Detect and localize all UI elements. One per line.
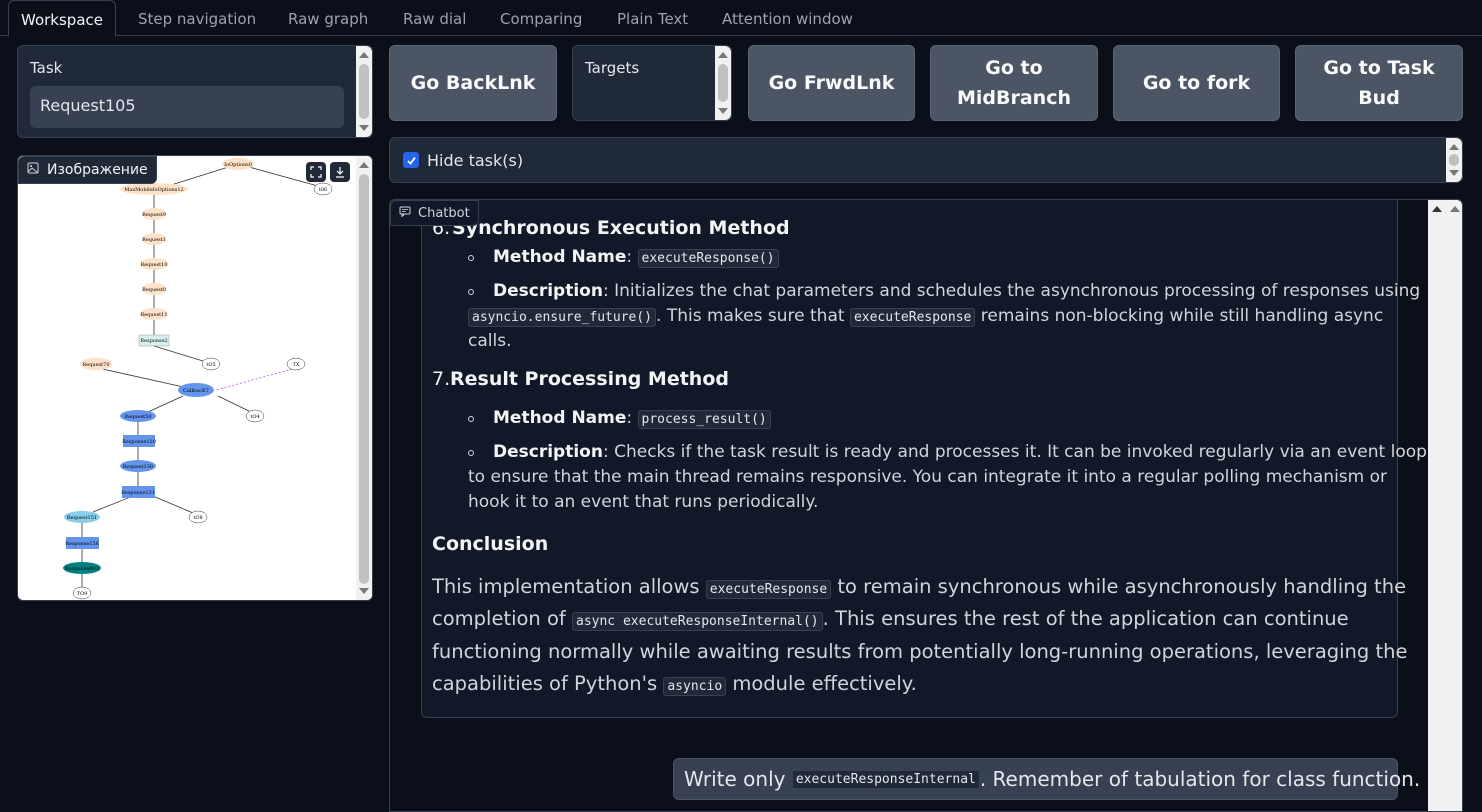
task-input[interactable]: Request105	[30, 86, 344, 128]
graph-node: Request1	[142, 237, 166, 243]
targets-label: Targets	[585, 59, 640, 77]
conclusion-heading: Conclusion	[432, 533, 549, 555]
hide-tasks-checkbox[interactable]	[403, 152, 419, 168]
item7-title: Result Processing Method	[450, 368, 729, 390]
bullet-icon	[468, 450, 474, 456]
bullet-icon	[468, 416, 474, 422]
bullet-icon	[468, 289, 474, 295]
hide-tasks-scrollbar[interactable]	[1446, 138, 1462, 182]
chatbot-panel: Chatbot 6. Synchronous Execution Method …	[389, 199, 1463, 812]
graph-node: Response156	[65, 541, 99, 547]
graph-node: Request50	[124, 414, 151, 420]
item6-method-name: Method Name: executeResponse()	[493, 245, 779, 271]
go-to-fork-button[interactable]: Go to fork	[1113, 45, 1280, 121]
targets-panel: Targets	[572, 45, 732, 121]
user-message: Write only executeResponseInternal. Reme…	[673, 758, 1420, 800]
download-icon[interactable]	[330, 162, 350, 182]
item7-description-line3: hook it to an event that runs periodical…	[468, 492, 819, 512]
scroll-up-icon[interactable]	[1432, 206, 1442, 212]
list-number-7: 7.	[432, 368, 451, 390]
graph-node: IoOptions0	[224, 162, 252, 168]
chatbot-scrollbar[interactable]	[1428, 200, 1462, 811]
tab-step-navigation[interactable]: Step navigation	[138, 0, 256, 36]
graph-node: t06	[319, 187, 327, 193]
chat-icon	[399, 206, 411, 221]
chatbot-label-tag: Chatbot	[390, 200, 479, 226]
graph-node: Request70	[82, 362, 109, 368]
item7-method-name: Method Name: process_result()	[493, 406, 771, 432]
graph-image: IoOptions0 MaxMobileIoOptions12 Request9…	[63, 158, 333, 600]
scroll-up-icon[interactable]	[1450, 206, 1460, 212]
graph-node: TX	[293, 362, 300, 368]
graph-node: Request0	[142, 287, 166, 293]
tab-raw-dial[interactable]: Raw dial	[403, 0, 466, 36]
graph-node: Response131	[121, 490, 155, 496]
tab-workspace[interactable]: Workspace	[8, 0, 116, 37]
item6-description: Description: Initializes the chat parame…	[493, 281, 1421, 301]
graph-node: CallbacK7	[183, 388, 209, 394]
graph-node: tO4	[250, 414, 259, 420]
chatbot-label: Chatbot	[418, 205, 470, 221]
item7-description: Description: Checks if the task result i…	[493, 442, 1427, 462]
item6-description-line2: asyncio.ensure_future(). This makes sure…	[468, 304, 1383, 330]
graph-node: Response2	[140, 338, 167, 344]
tab-attention-window[interactable]: Attention window	[722, 0, 853, 36]
image-scrollbar[interactable]	[356, 156, 372, 600]
graph-node: Response120	[122, 439, 156, 445]
conclusion-line2: completion of async executeResponseInter…	[432, 607, 1349, 631]
graph-node: TO9	[77, 591, 88, 597]
graph-node: MaxMobileIoOptions12	[124, 187, 183, 193]
image-label: Изображение	[47, 162, 148, 178]
graph-node: Request151	[67, 515, 97, 521]
hide-tasks-label: Hide task(s)	[427, 151, 524, 170]
conclusion-line4: capabilities of Python's asyncio module …	[432, 672, 917, 696]
item6-colon: :	[742, 217, 749, 239]
fullscreen-icon[interactable]	[306, 162, 326, 182]
item6-description-line3: calls.	[468, 331, 512, 351]
graph-node: Response603	[65, 566, 99, 572]
conclusion-line1: This implementation allows executeRespon…	[432, 575, 1407, 599]
item7-description-line2: to ensure that the main thread remains r…	[468, 467, 1388, 487]
graph-node: Request11	[140, 312, 167, 318]
item6-title: Synchronous Execution Method	[452, 217, 790, 239]
image-icon	[27, 162, 39, 178]
graph-node: tO8	[193, 515, 202, 521]
item7-colon: :	[695, 368, 702, 390]
tab-raw-graph[interactable]: Raw graph	[288, 0, 368, 36]
bot-message: 6. Synchronous Execution Method : Method…	[421, 200, 1427, 718]
tab-bar: Workspace Step navigation Raw graph Raw …	[0, 0, 1482, 37]
graph-node: tO5	[206, 362, 215, 368]
go-to-midbranch-button[interactable]: Go to MidBranch	[930, 45, 1098, 121]
task-panel: Task Request105	[17, 45, 373, 138]
graph-node: Request130	[123, 464, 153, 470]
image-panel: IoOptions0 MaxMobileIoOptions12 Request9…	[17, 155, 373, 601]
task-label: Task	[30, 59, 63, 77]
image-label-tag: Изображение	[18, 156, 157, 184]
hide-tasks-panel: Hide task(s)	[389, 137, 1463, 183]
go-to-task-bud-button[interactable]: Go to Task Bud	[1295, 45, 1463, 121]
task-scrollbar[interactable]	[356, 46, 372, 137]
graph-node: Request9	[142, 212, 166, 218]
check-icon	[406, 156, 416, 165]
go-forwardlink-button[interactable]: Go FrwdLnk	[748, 45, 915, 121]
go-backlink-button[interactable]: Go BackLnk	[389, 45, 557, 121]
targets-scrollbar[interactable]	[715, 46, 731, 120]
bullet-icon	[468, 255, 474, 261]
tab-plain-text[interactable]: Plain Text	[617, 0, 688, 36]
conclusion-line3: functioning normally while awaiting resu…	[432, 640, 1408, 663]
tab-comparing[interactable]: Comparing	[500, 0, 582, 36]
graph-node: Request10	[140, 262, 167, 268]
